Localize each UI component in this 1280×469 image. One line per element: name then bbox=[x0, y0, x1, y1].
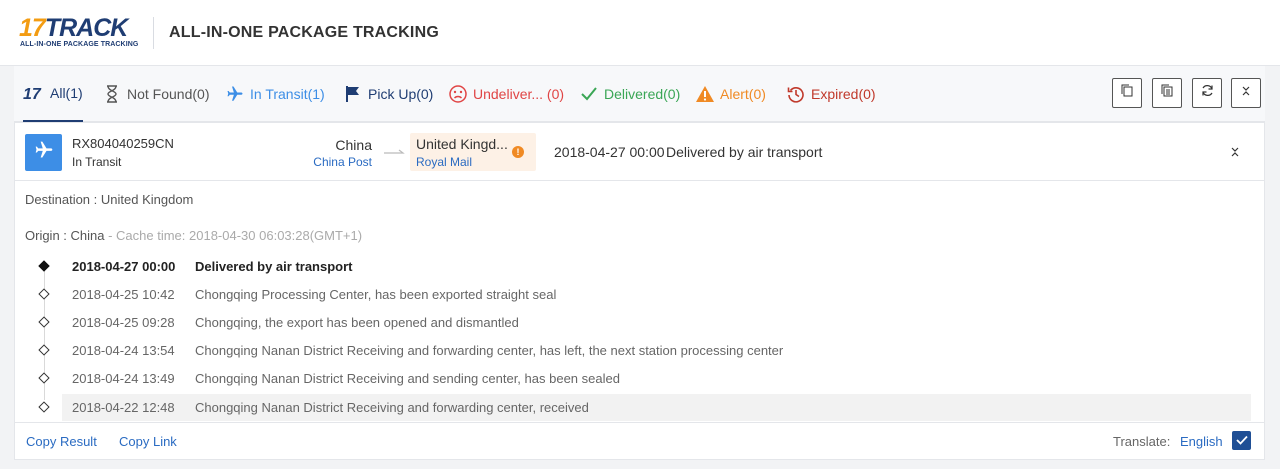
tab-label: Delivered(0) bbox=[604, 86, 681, 102]
timeline-dot-icon bbox=[38, 372, 50, 384]
timeline-event: 2018-04-24 13:49 Chongqing Nanan Distric… bbox=[38, 365, 1251, 392]
timeline-dot-icon bbox=[38, 401, 50, 413]
tab-in-transit[interactable]: In Transit(1) bbox=[225, 66, 325, 122]
app-header: 17TRACK ALL-IN-ONE PACKAGE TRACKING ALL-… bbox=[0, 0, 1280, 66]
seventeen-logo-icon: 17 bbox=[23, 83, 45, 103]
destination-carrier-link[interactable]: Royal Mail bbox=[416, 155, 472, 169]
timeline-dot-icon bbox=[38, 288, 50, 300]
tracking-result-card: RX804040259CN In Transit China China Pos… bbox=[14, 122, 1265, 460]
tracking-number[interactable]: RX804040259CN bbox=[72, 136, 174, 151]
logo-tagline: ALL-IN-ONE PACKAGE TRACKING bbox=[20, 41, 139, 48]
timeline-dot-icon bbox=[38, 344, 50, 356]
event-time: 2018-04-22 12:48 bbox=[72, 400, 175, 415]
collapse-all-icon bbox=[1241, 84, 1251, 102]
translate-label: Translate: bbox=[1113, 434, 1171, 449]
event-time: 2018-04-24 13:54 bbox=[72, 343, 175, 358]
tab-all[interactable]: 17 All(1) bbox=[23, 66, 83, 122]
copy-button[interactable] bbox=[1112, 78, 1142, 108]
svg-text:17: 17 bbox=[23, 86, 42, 101]
tab-delivered[interactable]: Delivered(0) bbox=[579, 66, 680, 122]
origin-country: China bbox=[335, 137, 372, 153]
origin-detail: Origin : China - Cache time: 2018-04-30 … bbox=[25, 228, 362, 243]
event-time: 2018-04-25 09:28 bbox=[72, 315, 175, 330]
timeline-event: 2018-04-27 00:00 Delivered by air transp… bbox=[38, 253, 1251, 280]
copy-list-icon bbox=[1161, 84, 1173, 102]
warning-icon bbox=[695, 84, 715, 104]
origin-label: Origin : China bbox=[25, 228, 105, 243]
latest-event-description: Delivered by air transport bbox=[666, 144, 823, 160]
timeline-event: 2018-04-24 13:54 Chongqing Nanan Distric… bbox=[38, 337, 1251, 364]
event-time: 2018-04-25 10:42 bbox=[72, 287, 175, 302]
info-alert-icon[interactable]: ! bbox=[512, 146, 524, 158]
timeline-dot-icon bbox=[38, 316, 50, 328]
collapse-all-button[interactable] bbox=[1231, 78, 1261, 108]
event-description: Chongqing Processing Center, has been ex… bbox=[195, 287, 557, 302]
destination-detail: Destination : United Kingdom bbox=[25, 192, 194, 207]
destination-box: United Kingd... Royal Mail ! bbox=[410, 133, 536, 171]
page-title: ALL-IN-ONE PACKAGE TRACKING bbox=[169, 24, 439, 41]
tab-label: Expired(0) bbox=[811, 86, 876, 102]
airplane-icon bbox=[34, 140, 54, 165]
event-description: Chongqing, the export has been opened an… bbox=[195, 315, 519, 330]
event-time: 2018-04-24 13:49 bbox=[72, 371, 175, 386]
collapse-toggle-icon[interactable] bbox=[1228, 144, 1242, 160]
tab-label: Pick Up(0) bbox=[368, 86, 434, 102]
event-description: Chongqing Nanan District Receiving and f… bbox=[195, 400, 589, 415]
17track-logo[interactable]: 17TRACK ALL-IN-ONE PACKAGE TRACKING bbox=[19, 16, 143, 50]
flag-icon bbox=[343, 84, 363, 104]
origin-carrier-link[interactable]: China Post bbox=[295, 155, 372, 169]
airplane-icon bbox=[225, 84, 245, 104]
timeline-event: 2018-04-22 12:48 Chongqing Nanan Distric… bbox=[38, 394, 1251, 421]
event-time: 2018-04-27 00:00 bbox=[72, 259, 176, 274]
event-description: Chongqing Nanan District Receiving and s… bbox=[195, 371, 620, 386]
tab-label: Undeliver... (0) bbox=[473, 86, 565, 102]
tab-pick-up[interactable]: Pick Up(0) bbox=[343, 66, 433, 122]
event-description: Delivered by air transport bbox=[195, 259, 353, 274]
tab-label: All(1) bbox=[50, 85, 83, 101]
tracking-panel: 17 All(1) Not Found(0) In Transit(1) Pic… bbox=[14, 66, 1265, 460]
latest-event-time: 2018-04-27 00:00 bbox=[554, 144, 665, 160]
header-divider bbox=[153, 17, 154, 49]
tab-label: Not Found(0) bbox=[127, 86, 210, 102]
timeline-event: 2018-04-25 10:42 Chongqing Processing Ce… bbox=[38, 281, 1251, 308]
copy-list-button[interactable] bbox=[1152, 78, 1182, 108]
hourglass-icon bbox=[102, 84, 122, 104]
history-icon bbox=[786, 84, 806, 104]
sad-face-icon bbox=[448, 84, 468, 104]
refresh-button[interactable] bbox=[1192, 78, 1222, 108]
cache-time: - Cache time: 2018-04-30 06:03:28(GMT+1) bbox=[104, 228, 363, 243]
checkmark-icon bbox=[1235, 432, 1248, 450]
tab-alert[interactable]: Alert(0) bbox=[695, 66, 766, 122]
tab-label: Alert(0) bbox=[720, 86, 766, 102]
result-footer: Copy Result Copy Link Translate: English bbox=[15, 422, 1264, 460]
destination-country: United Kingd... bbox=[416, 136, 508, 152]
tab-expired[interactable]: Expired(0) bbox=[786, 66, 876, 122]
copy-link-link[interactable]: Copy Link bbox=[119, 434, 177, 449]
timeline-dot-icon bbox=[38, 260, 50, 272]
timeline-event: 2018-04-25 09:28 Chongqing, the export h… bbox=[38, 309, 1251, 336]
route-arrow-icon bbox=[384, 149, 405, 154]
tab-not-found[interactable]: Not Found(0) bbox=[102, 66, 209, 122]
checkmark-icon bbox=[579, 84, 599, 104]
copy-icon bbox=[1121, 84, 1133, 102]
tab-label: In Transit(1) bbox=[250, 86, 325, 102]
logo-wordmark: 17TRACK bbox=[19, 14, 128, 42]
shipment-summary[interactable]: RX804040259CN In Transit China China Pos… bbox=[15, 123, 1264, 181]
translate-toggle-button[interactable] bbox=[1232, 431, 1251, 450]
event-description: Chongqing Nanan District Receiving and f… bbox=[195, 343, 784, 358]
tab-undelivered[interactable]: Undeliver... (0) bbox=[448, 66, 564, 122]
refresh-icon bbox=[1201, 84, 1214, 102]
translate-language-select[interactable]: English bbox=[1180, 434, 1223, 449]
status-tabs: 17 All(1) Not Found(0) In Transit(1) Pic… bbox=[14, 66, 1265, 122]
shipment-status: In Transit bbox=[72, 155, 122, 169]
status-badge bbox=[25, 134, 62, 171]
copy-result-link[interactable]: Copy Result bbox=[26, 434, 97, 449]
